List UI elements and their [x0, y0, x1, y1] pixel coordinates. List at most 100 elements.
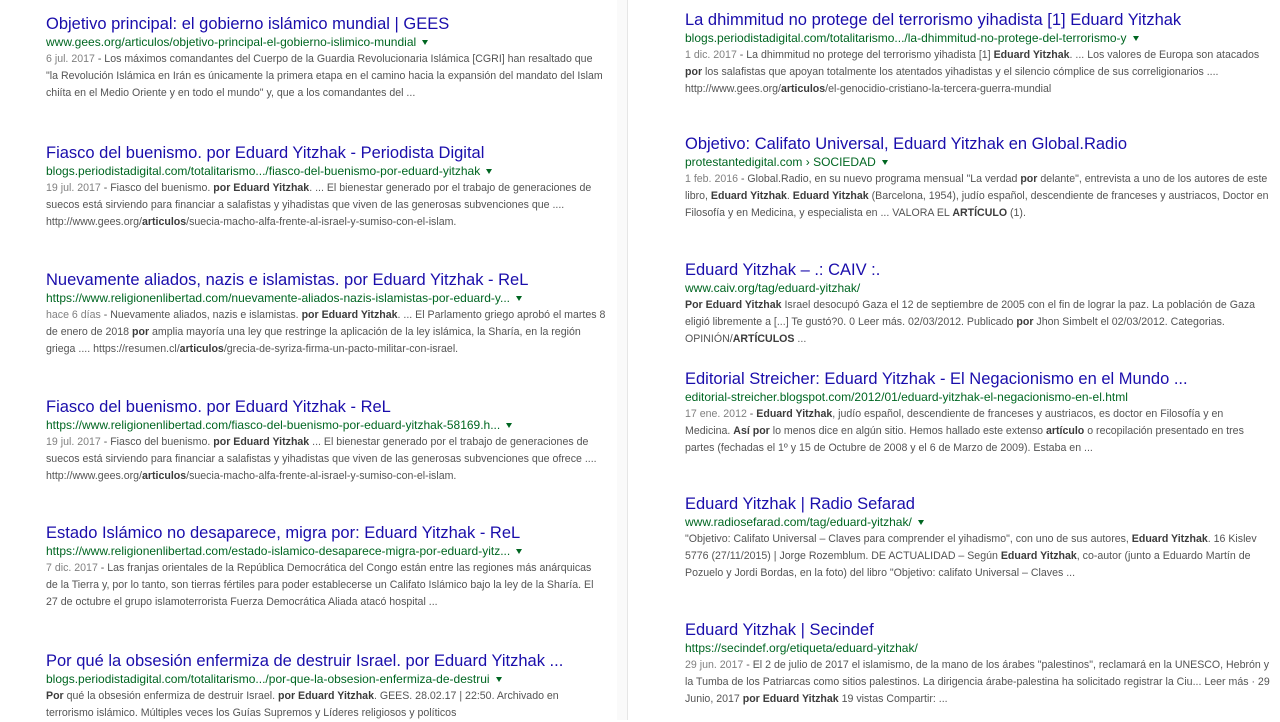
result-url-line: editorial-streicher.blogspot.com/2012/01… — [685, 389, 1270, 405]
result-title-link[interactable]: Fiasco del buenismo. por Eduard Yitzhak … — [46, 143, 606, 163]
result-url[interactable]: https://www.religionenlibertad.com/nueva… — [46, 290, 510, 306]
dropdown-caret-icon[interactable] — [506, 422, 513, 428]
snippet-text: - Fiasco del buenismo. — [100, 436, 214, 448]
result-url[interactable]: blogs.periodistadigital.com/totalitarism… — [46, 671, 490, 687]
result-snippet: "Objetivo: Califato Universal – Claves p… — [685, 531, 1270, 582]
snippet-text: ... — [794, 333, 807, 345]
snippet-text: - — [746, 408, 757, 420]
result-title-link[interactable]: Fiasco del buenismo. por Eduard Yitzhak … — [46, 397, 606, 417]
result-url-line: www.caiv.org/tag/eduard-yitzhak/ — [685, 280, 1270, 296]
snippet-keyword: articulos — [141, 470, 187, 482]
snippet-text: - Los máximos comandantes del Cuerpo de … — [46, 53, 603, 99]
result-date: 7 dic. 2017 — [46, 562, 98, 574]
result-url[interactable]: blogs.periodistadigital.com/totalitarism… — [46, 163, 480, 179]
result-url[interactable]: www.radiosefarad.com/tag/eduard-yitzhak/ — [685, 514, 912, 530]
snippet-keyword: por — [1016, 316, 1034, 328]
result-snippet: 7 dic. 2017 - Las franjas orientales de … — [46, 560, 606, 611]
result-url[interactable]: https://www.religionenlibertad.com/estad… — [46, 543, 510, 559]
result-url-line: https://www.religionenlibertad.com/fiasc… — [46, 417, 606, 433]
snippet-text: "Objetivo: Califato Universal – Claves p… — [685, 533, 1132, 545]
result-date: 19 jul. 2017 — [46, 182, 101, 194]
result-url-line: https://www.religionenlibertad.com/estad… — [46, 543, 606, 559]
snippet-keyword: por Eduard Yitzhak — [742, 693, 839, 705]
search-result: Eduard Yitzhak | Radio Sefarad www.radio… — [685, 494, 1270, 582]
snippet-keyword: Eduard Yitzhak — [756, 408, 833, 420]
dropdown-caret-icon[interactable] — [515, 295, 522, 301]
result-title-link[interactable]: Editorial Streicher: Eduard Yitzhak - El… — [685, 369, 1270, 389]
snippet-keyword: Por — [46, 690, 64, 702]
snippet-keyword: por Eduard Yitzhak — [213, 182, 310, 194]
result-title-link[interactable]: Eduard Yitzhak – .: CAIV :. — [685, 260, 1270, 280]
result-date: 1 dic. 2017 — [685, 49, 737, 61]
result-title-link[interactable]: Eduard Yitzhak | Secindef — [685, 620, 1270, 640]
result-url[interactable]: editorial-streicher.blogspot.com/2012/01… — [685, 389, 1128, 405]
result-snippet: 6 jul. 2017 - Los máximos comandantes de… — [46, 51, 606, 102]
dropdown-caret-icon[interactable] — [422, 39, 429, 45]
dropdown-caret-icon[interactable] — [917, 519, 924, 525]
snippet-text: /suecia-macho-alfa-frente-al-israel-y-su… — [186, 216, 457, 228]
result-snippet: 1 feb. 2016 - Global.Radio, en su nuevo … — [685, 171, 1270, 222]
result-url-line: blogs.periodistadigital.com/totalitarism… — [46, 163, 606, 179]
snippet-text: 19 vistas Compartir: ... — [838, 693, 948, 705]
search-result: Editorial Streicher: Eduard Yitzhak - El… — [685, 369, 1270, 457]
result-url[interactable]: protestantedigital.com › SOCIEDAD — [685, 154, 876, 170]
search-result: Fiasco del buenismo. por Eduard Yitzhak … — [46, 397, 606, 485]
snippet-keyword: por Eduard Yitzhak — [301, 309, 398, 321]
result-url[interactable]: https://secindef.org/etiqueta/eduard-yit… — [685, 640, 918, 656]
result-title-link[interactable]: La dhimmitud no protege del terrorismo y… — [685, 10, 1270, 30]
result-url-line: www.gees.org/articulos/objetivo-principa… — [46, 34, 606, 50]
snippet-text: - Global.Radio, en su nuevo programa men… — [738, 173, 1021, 185]
snippet-text: /suecia-macho-alfa-frente-al-israel-y-su… — [186, 470, 457, 482]
snippet-keyword: ARTÍCULO — [952, 207, 1008, 219]
search-result: La dhimmitud no protege del terrorismo y… — [685, 10, 1270, 98]
left-results-column: Objetivo principal: el gobierno islámico… — [0, 0, 617, 720]
snippet-keyword: articulos — [141, 216, 187, 228]
result-url-line: https://secindef.org/etiqueta/eduard-yit… — [685, 640, 1270, 656]
result-snippet: Por Eduard Yitzhak Israel desocupó Gaza … — [685, 297, 1270, 348]
result-date: 19 jul. 2017 — [46, 436, 101, 448]
search-result: Por qué la obsesión enfermiza de destrui… — [46, 651, 606, 722]
snippet-keyword: Eduard Yitzhak — [792, 190, 869, 202]
snippet-text: /el-genocidio-cristiano-la-tercera-guerr… — [825, 83, 1052, 95]
dropdown-caret-icon[interactable] — [516, 548, 523, 554]
snippet-keyword: artículo — [1046, 425, 1085, 437]
result-snippet: Por qué la obsesión enfermiza de destrui… — [46, 688, 606, 722]
result-url[interactable]: blogs.periodistadigital.com/totalitarism… — [685, 30, 1127, 46]
result-title-link[interactable]: Objetivo: Califato Universal, Eduard Yit… — [685, 134, 1270, 154]
result-title-link[interactable]: Nuevamente aliados, nazis e islamistas. … — [46, 270, 606, 290]
snippet-keyword: por Eduard Yitzhak — [213, 436, 310, 448]
result-title-link[interactable]: Por qué la obsesión enfermiza de destrui… — [46, 651, 606, 671]
snippet-keyword: Por Eduard Yitzhak — [685, 299, 782, 311]
result-url-line: www.radiosefarad.com/tag/eduard-yitzhak/ — [685, 514, 1270, 530]
snippet-text: . ... Los valores de Europa son atacados — [1069, 49, 1260, 61]
snippet-keyword: por — [685, 66, 703, 78]
snippet-text: - La dhimmitud no protege del terrorismo… — [736, 49, 994, 61]
result-url[interactable]: https://www.religionenlibertad.com/fiasc… — [46, 417, 500, 433]
search-result: Objetivo: Califato Universal, Eduard Yit… — [685, 134, 1270, 222]
result-snippet: 1 dic. 2017 - La dhimmitud no protege de… — [685, 47, 1270, 98]
column-divider — [617, 0, 627, 720]
result-title-link[interactable]: Estado Islámico no desaparece, migra por… — [46, 523, 606, 543]
result-url[interactable]: www.gees.org/articulos/objetivo-principa… — [46, 34, 416, 50]
result-date: 6 jul. 2017 — [46, 53, 95, 65]
search-result: Objetivo principal: el gobierno islámico… — [46, 14, 606, 102]
result-url-line: blogs.periodistadigital.com/totalitarism… — [46, 671, 606, 687]
result-url[interactable]: www.caiv.org/tag/eduard-yitzhak/ — [685, 280, 860, 296]
result-title-link[interactable]: Eduard Yitzhak | Radio Sefarad — [685, 494, 1270, 514]
result-title-link[interactable]: Objetivo principal: el gobierno islámico… — [46, 14, 606, 34]
snippet-text: - Fiasco del buenismo. — [100, 182, 214, 194]
dropdown-caret-icon[interactable] — [486, 168, 493, 174]
dropdown-caret-icon[interactable] — [495, 676, 502, 682]
result-date: 17 ene. 2012 — [685, 408, 747, 420]
dropdown-caret-icon[interactable] — [881, 159, 888, 165]
snippet-keyword: por — [132, 326, 150, 338]
snippet-text: - Las franjas orientales de la República… — [46, 562, 594, 608]
snippet-text: - Nuevamente aliados, nazis e islamistas… — [100, 309, 302, 321]
snippet-keyword: Eduard Yitzhak — [993, 49, 1070, 61]
result-snippet: 17 ene. 2012 - Eduard Yitzhak, judío esp… — [685, 406, 1270, 457]
result-date: 29 jun. 2017 — [685, 659, 744, 671]
result-url-line: blogs.periodistadigital.com/totalitarism… — [685, 30, 1270, 46]
dropdown-caret-icon[interactable] — [1132, 35, 1139, 41]
snippet-text: /grecia-de-syriza-firma-un-pacto-militar… — [223, 343, 459, 355]
result-snippet: 19 jul. 2017 - Fiasco del buenismo. por … — [46, 434, 606, 485]
